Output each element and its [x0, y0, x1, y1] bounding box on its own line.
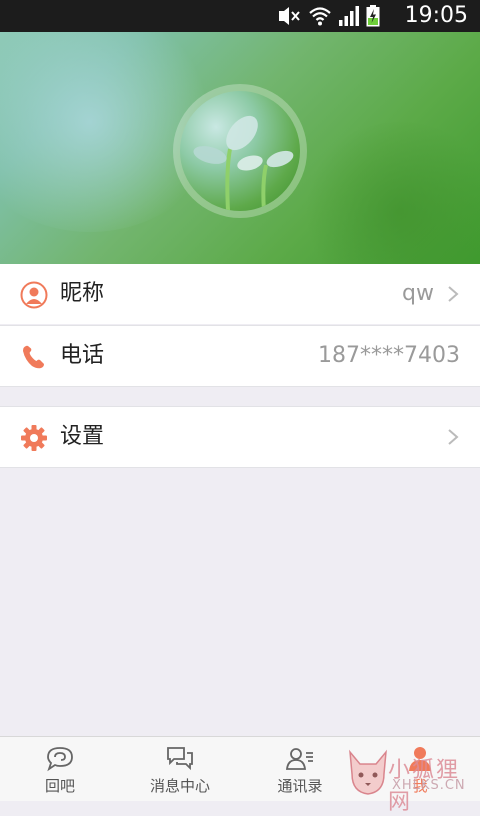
header-decor — [300, 122, 480, 264]
watermark: 小狐狸网 XHLKS.CN — [346, 748, 480, 815]
status-icons — [276, 4, 380, 28]
watermark-subtitle: XHLKS.CN — [392, 778, 466, 793]
signal-icon — [339, 6, 359, 26]
gear-icon — [21, 425, 47, 451]
contacts-icon — [285, 748, 313, 770]
avatar[interactable] — [180, 91, 300, 211]
phone-label: 电话 — [60, 343, 105, 368]
user-icon — [20, 281, 48, 309]
fox-logo-icon — [349, 749, 387, 795]
chat-bubble-icon — [47, 747, 73, 772]
settings-label: 设置 — [60, 424, 105, 449]
messages-icon — [167, 747, 193, 771]
tab-huiba[interactable]: 回吧 — [0, 737, 120, 801]
divider — [0, 467, 480, 468]
tab-contacts[interactable]: 通讯录 — [240, 737, 360, 801]
settings-row[interactable]: 设置 — [0, 407, 480, 467]
phone-row[interactable]: 电话 187****7403 — [0, 326, 480, 386]
tab-label: 消息中心 — [149, 777, 210, 795]
mute-icon — [279, 7, 300, 25]
tab-label: 通讯录 — [277, 777, 323, 795]
tab-messages[interactable]: 消息中心 — [120, 737, 240, 801]
divider — [0, 386, 480, 387]
profile-header — [0, 32, 480, 264]
phone-value: 187****7403 — [318, 343, 460, 368]
status-time: 19:05 — [404, 3, 468, 28]
wifi-icon — [309, 7, 331, 26]
nickname-label: 昵称 — [60, 281, 105, 306]
sprout-image — [193, 115, 294, 211]
chevron-right-icon — [448, 429, 459, 445]
nickname-row[interactable]: 昵称 qw — [0, 264, 480, 324]
tab-label: 回吧 — [44, 777, 75, 795]
battery-charging-icon — [366, 5, 380, 27]
phone-icon — [23, 345, 44, 369]
status-bar: 19:05 — [0, 0, 480, 32]
chevron-right-icon — [448, 286, 459, 302]
nickname-value: qw — [402, 281, 434, 306]
